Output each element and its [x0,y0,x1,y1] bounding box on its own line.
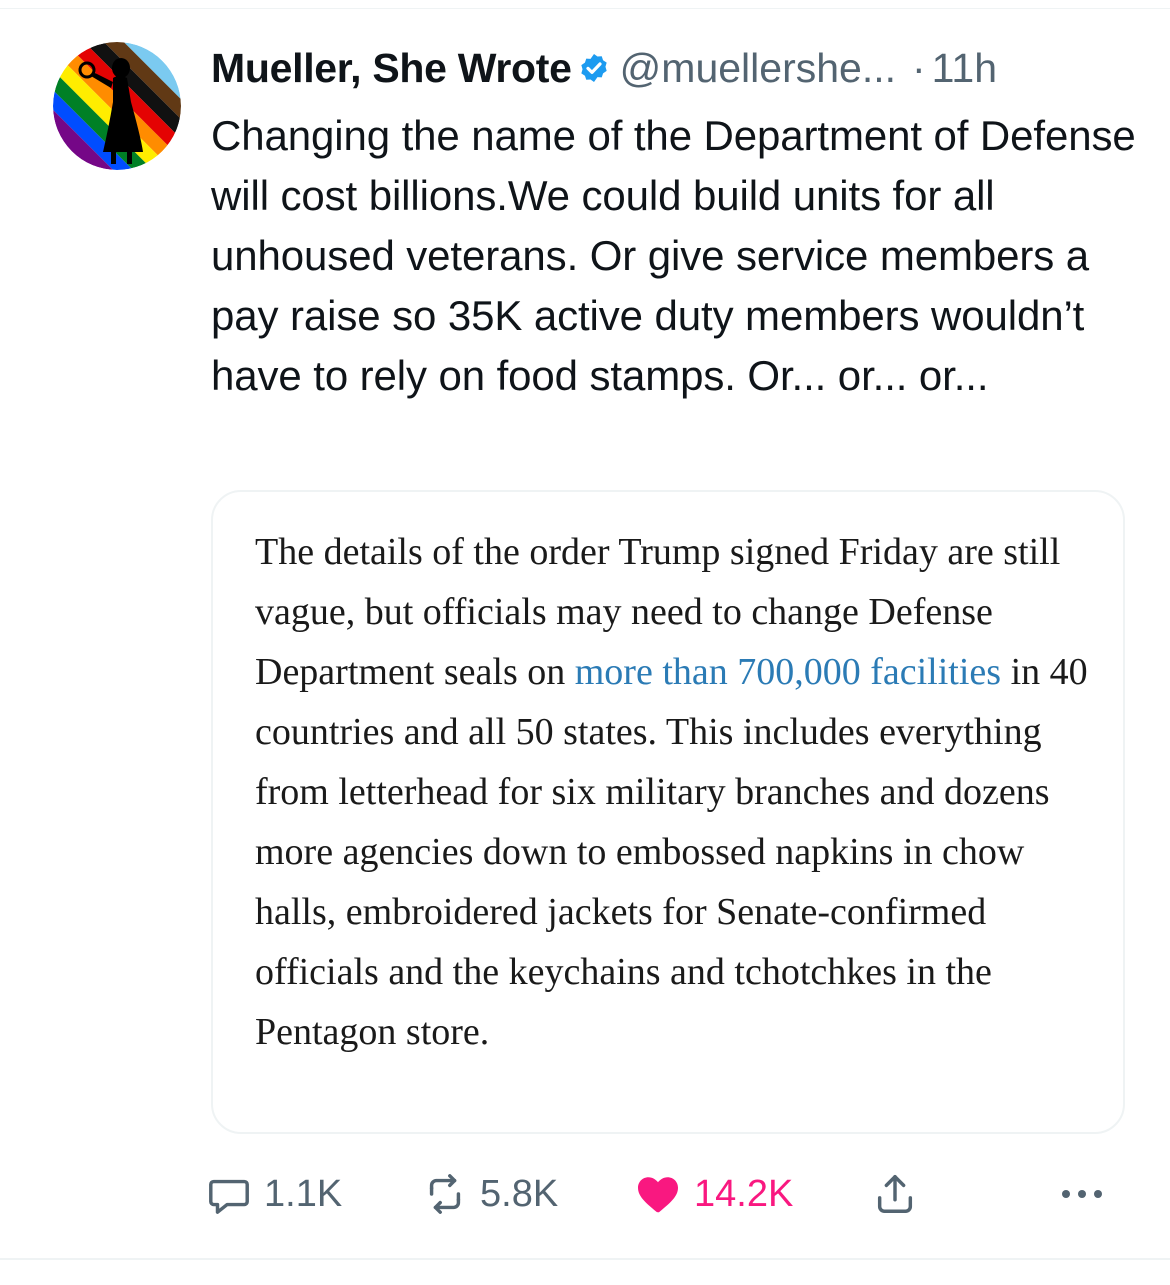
author-handle[interactable]: @muellershe... [620,45,896,92]
tweet-text: Changing the name of the Department of D… [211,112,1136,399]
tweet-header: Mueller, She Wrote @muellershe... · 11h [211,42,1131,94]
quoted-excerpt-text: The details of the order Trump signed Fr… [255,522,1095,1062]
bottom-divider [0,1258,1170,1260]
timestamp[interactable]: 11h [932,45,997,92]
reply-button[interactable]: 1.1K [206,1166,342,1222]
top-divider [0,8,1170,9]
excerpt-text-after: in 40 countries and all 50 states. This … [255,651,1088,1053]
retweet-icon [422,1171,468,1217]
share-upload-icon [872,1171,918,1217]
reply-count: 1.1K [264,1172,343,1215]
quoted-excerpt-card[interactable]: The details of the order Trump signed Fr… [211,490,1125,1134]
share-button[interactable] [872,1166,918,1222]
author-name[interactable]: Mueller, She Wrote [211,45,572,92]
like-count: 14.2K [694,1172,794,1215]
separator-dot: · [912,44,926,91]
more-dots-icon [1056,1184,1108,1204]
excerpt-link[interactable]: more than 700,000 facilities [575,651,1001,693]
reply-bubble-icon [206,1171,252,1217]
more-options-button[interactable] [1056,1166,1108,1222]
tweet-actions-bar: 1.1K 5.8K 14.2K [206,1166,1116,1222]
verified-badge-icon [578,52,610,84]
retweet-button[interactable]: 5.8K [422,1166,558,1222]
like-button[interactable]: 14.2K [634,1166,793,1222]
retweet-count: 5.8K [480,1172,559,1215]
heart-filled-icon [634,1170,682,1218]
avatar[interactable] [53,42,181,170]
